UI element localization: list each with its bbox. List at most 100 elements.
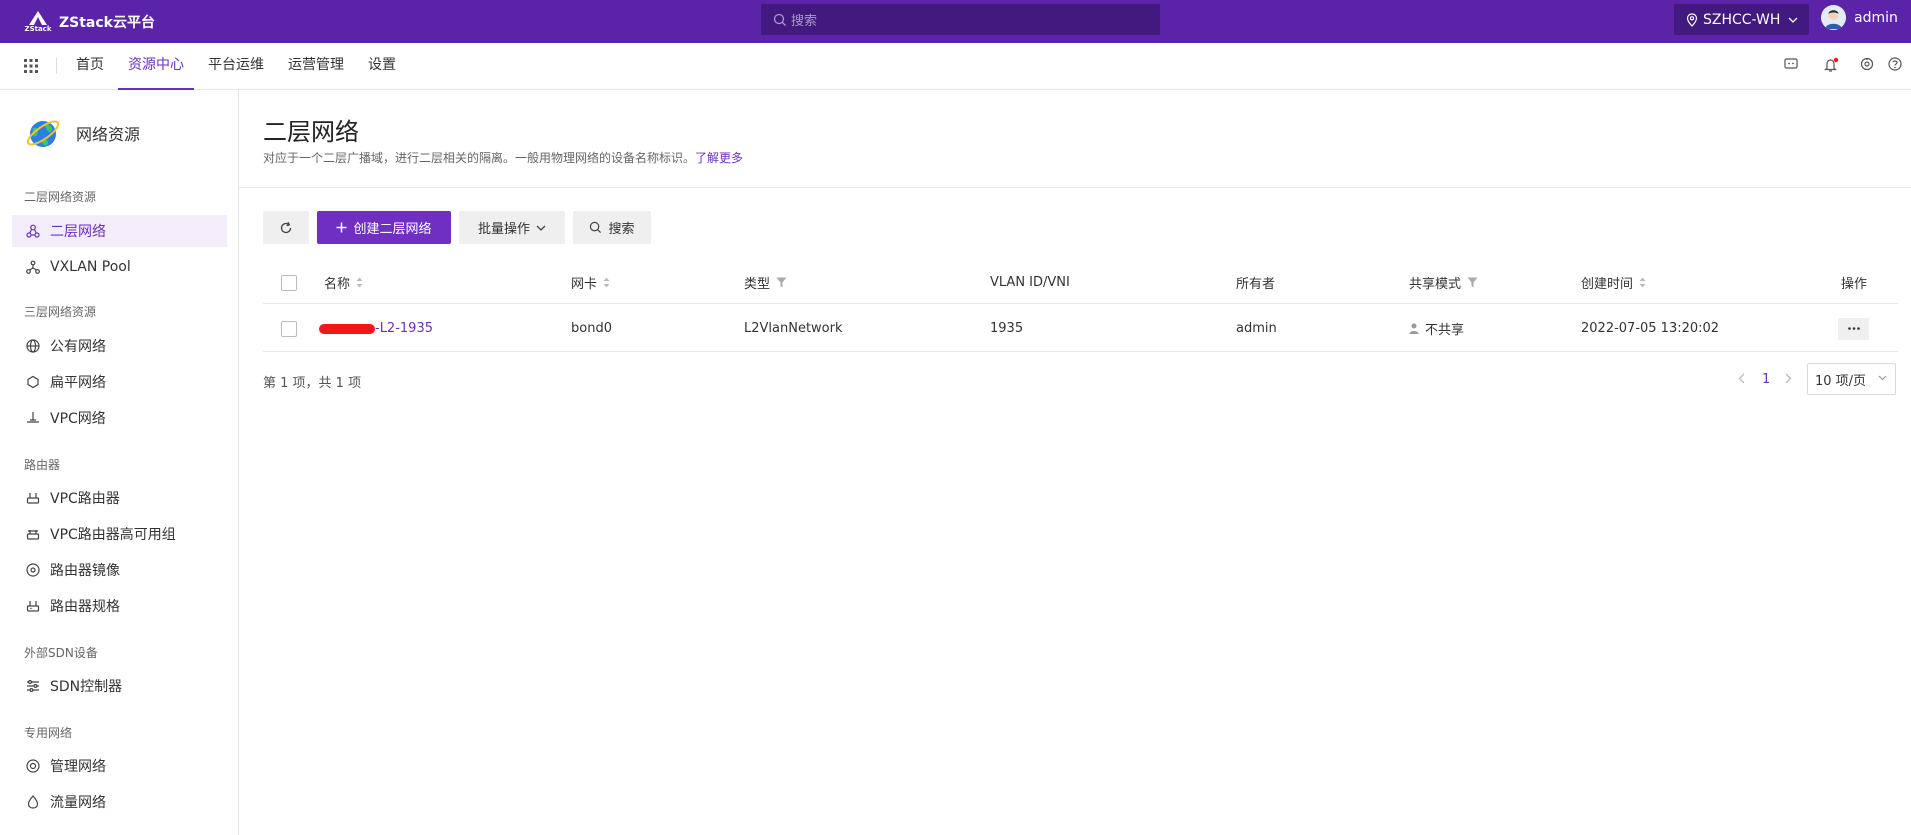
refresh-button[interactable]: [263, 211, 309, 244]
sidebar-item-sdn-controller[interactable]: SDN控制器: [12, 670, 227, 702]
flat-network-icon: [26, 375, 40, 389]
sidebar-item-flat-network[interactable]: 扁平网络: [12, 366, 227, 398]
column-label: 网卡: [571, 277, 598, 292]
brand-logo[interactable]: ZStack ZStack云平台: [22, 0, 155, 43]
page-size-select[interactable]: 10 项/页: [1807, 363, 1896, 395]
bell-icon[interactable]: [1823, 57, 1839, 73]
page-size-value: 10 项/页: [1815, 373, 1867, 389]
router-spec-icon: [26, 599, 40, 613]
nav-item-operations[interactable]: 运营管理: [278, 43, 354, 90]
sidebar-item-label: 管理网络: [50, 759, 106, 775]
global-search-input[interactable]: 搜索: [761, 4, 1160, 35]
search-placeholder: 搜索: [791, 14, 818, 29]
column-name[interactable]: 名称: [324, 261, 363, 304]
row-checkbox[interactable]: [281, 305, 297, 352]
sidebar-title: 网络资源: [76, 125, 141, 144]
user-name: admin: [1854, 9, 1898, 26]
row-name-link[interactable]: -L2-1935: [319, 305, 433, 352]
person-icon: [1409, 323, 1419, 334]
column-owner: 所有者: [1236, 261, 1275, 304]
page-number[interactable]: 1: [1762, 372, 1770, 387]
sidebar-item-router-image[interactable]: 路由器镜像: [12, 554, 227, 586]
search-icon: [773, 13, 787, 27]
sidebar-item-label: VPC网络: [50, 411, 106, 427]
pagination-summary: 第 1 项，共 1 项: [263, 376, 362, 391]
header-divider: [239, 187, 1911, 188]
help-icon[interactable]: [1888, 57, 1902, 71]
sidebar-group-label: 专用网络: [24, 726, 73, 740]
sidebar-item-label: VXLAN Pool: [50, 259, 131, 275]
main-nav: 首页 资源中心 平台运维 运营管理 设置: [0, 43, 1911, 90]
chevron-right-icon[interactable]: [1785, 373, 1792, 384]
nav-item-resource-center[interactable]: 资源中心: [118, 43, 194, 90]
column-nic[interactable]: 网卡: [571, 261, 610, 304]
sidebar-item-l2-network[interactable]: 二层网络: [12, 215, 227, 247]
chevron-left-icon[interactable]: [1738, 373, 1745, 384]
redaction-mark: [319, 323, 375, 334]
more-icon: [1838, 317, 1869, 340]
sidebar-item-management-network[interactable]: 管理网络: [12, 750, 227, 782]
sidebar-group-label: 三层网络资源: [24, 305, 97, 319]
column-share[interactable]: 共享模式: [1409, 261, 1478, 304]
search-button-label: 搜索: [608, 222, 635, 237]
sidebar-item-label: 路由器镜像: [50, 563, 120, 579]
sidebar-item-vpc-network[interactable]: VPC网络: [12, 402, 227, 434]
sidebar-item-traffic-network[interactable]: 流量网络: [12, 786, 227, 818]
row-vlan: 1935: [990, 321, 1024, 336]
table-search-button[interactable]: 搜索: [573, 211, 651, 244]
row-name: -L2-1935: [375, 321, 433, 336]
sidebar-item-vpc-router-ha[interactable]: VPC路由器高可用组: [12, 518, 227, 550]
sidebar-item-label: 二层网络: [50, 224, 106, 240]
row-type: L2VlanNetwork: [744, 321, 843, 336]
console-icon[interactable]: [1784, 57, 1798, 71]
top-bar: ZStack ZStack云平台 搜索 SZHCC-WH admin: [0, 0, 1911, 43]
select-all-checkbox[interactable]: [281, 261, 297, 304]
traffic-network-icon: [26, 795, 40, 809]
user-menu[interactable]: admin: [1821, 5, 1898, 30]
table-row[interactable]: -L2-1935 bond0 L2VlanNetwork 1935 admin …: [263, 305, 1898, 352]
nav-item-home[interactable]: 首页: [66, 43, 114, 90]
l2-network-icon: [26, 224, 40, 238]
network-resource-globe-icon: [24, 114, 62, 152]
column-created[interactable]: 创建时间: [1581, 261, 1646, 304]
sidebar-item-public-network[interactable]: 公有网络: [12, 330, 227, 362]
page-description-text: 对应于一个二层广播域，进行二层相关的隔离。一般用物理网络的设备名称标识。: [263, 151, 696, 165]
zstack-logo-icon: ZStack: [22, 6, 54, 38]
column-label: 创建时间: [1581, 277, 1634, 292]
sidebar-header: 网络资源: [24, 114, 140, 152]
management-network-icon: [26, 759, 40, 773]
batch-actions-label: 批量操作: [477, 222, 530, 237]
column-label: 类型: [744, 277, 771, 292]
plugin-icon[interactable]: [1860, 57, 1874, 71]
sidebar-item-vpc-router[interactable]: VPC路由器: [12, 482, 227, 514]
region-name: SZHCC-WH: [1703, 11, 1781, 28]
batch-actions-dropdown[interactable]: 批量操作: [459, 211, 565, 244]
row-more-button[interactable]: [1838, 305, 1869, 352]
column-type[interactable]: 类型: [744, 261, 787, 304]
app-grid-icon[interactable]: [24, 59, 38, 73]
sidebar-item-label: 扁平网络: [50, 375, 106, 391]
sidebar-group-label: 外部SDN设备: [24, 646, 98, 660]
learn-more-link[interactable]: 了解更多: [695, 151, 743, 165]
chevron-down-icon: [1788, 17, 1798, 23]
sidebar-item-router-spec[interactable]: 路由器规格: [12, 590, 227, 622]
logo-mark-text: ZStack: [24, 24, 52, 33]
column-label: 所有者: [1236, 277, 1276, 292]
row-owner: admin: [1236, 321, 1277, 336]
create-l2-network-button[interactable]: 创建二层网络: [317, 211, 451, 244]
filter-icon: [776, 277, 787, 288]
column-label: 操作: [1841, 277, 1868, 292]
refresh-icon: [279, 221, 293, 235]
sidebar-item-vxlan-pool[interactable]: VXLAN Pool: [12, 251, 227, 283]
location-pin-icon: [1686, 12, 1698, 27]
region-selector[interactable]: SZHCC-WH: [1674, 4, 1809, 35]
column-actions: 操作: [1841, 261, 1867, 304]
sort-icon: [1639, 277, 1646, 288]
nav-item-settings[interactable]: 设置: [358, 43, 406, 90]
vpc-network-icon: [26, 411, 40, 425]
vxlan-pool-icon: [26, 260, 40, 274]
nav-divider: [56, 58, 57, 74]
nav-item-platform-ops[interactable]: 平台运维: [198, 43, 274, 90]
brand-name: ZStack云平台: [59, 14, 155, 31]
row-share-text: 不共享: [1425, 323, 1465, 338]
